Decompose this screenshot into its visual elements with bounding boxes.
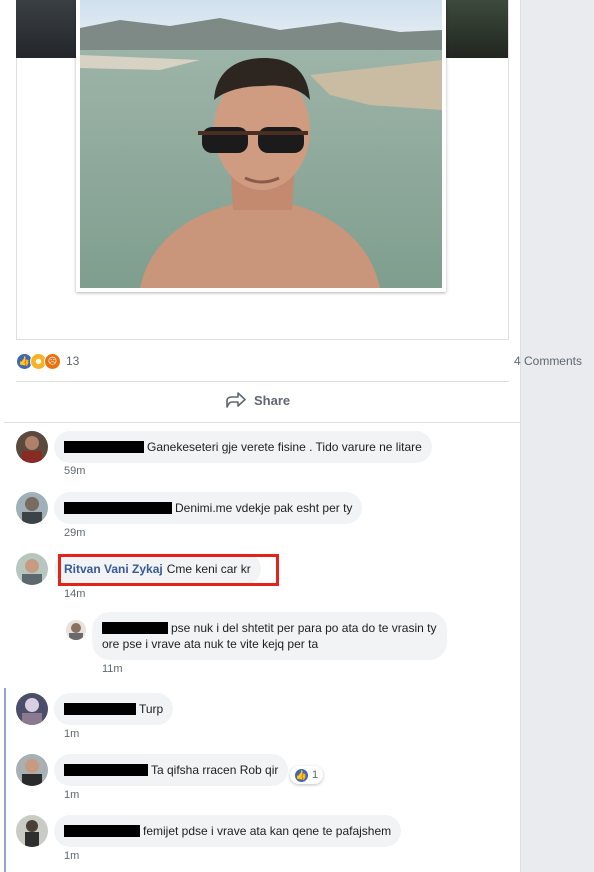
reaction-count: 13 [66,354,80,368]
redacted-author-name [64,703,136,715]
avatar-image [16,815,48,847]
avatar-image [16,693,48,725]
redacted-author-name [102,622,168,634]
comment-text: Denimi.me vdekje pak esht per ty [175,501,353,515]
share-label: Share [254,392,291,408]
avatar-image [16,754,48,786]
reply-text-line1: pse nuk i del shtetit per para po ata do… [171,621,437,635]
post-photo[interactable] [76,0,446,292]
reply-bubble: pse nuk i del shtetit per para po ata do… [92,612,447,660]
avatar[interactable] [16,815,48,847]
previous-photo-thumbnail[interactable] [16,0,78,58]
comment-text: Turp [139,702,164,716]
comment-timestamp[interactable]: 59m [64,465,85,477]
redacted-author-name [64,441,144,453]
avatar[interactable] [16,431,48,463]
avatar-image [66,620,86,640]
comments-count-link[interactable]: 4 Comments [514,354,582,368]
redacted-author-name [64,502,172,514]
avatar[interactable] [66,620,86,640]
like-icon: 👍 [295,768,308,782]
comment-timestamp[interactable]: 14m [64,588,85,600]
redacted-author-name [64,764,148,776]
angry-icon: ☹ [44,352,61,370]
comment-bubble: Turp [54,693,174,725]
avatar-image [16,431,48,463]
comment-bubble: Denimi.me vdekje pak esht per ty [54,492,363,524]
comment-timestamp[interactable]: 1m [64,850,79,862]
comment-bubble: Ta qifsha rracen Rob qir [54,754,289,786]
reactions-summary[interactable]: 👍 ☻ ☹ 13 [16,352,79,370]
comment-text: femijet pdse i vrave ata kan qene te paf… [143,824,392,838]
comment-like-count: 1 [312,769,319,781]
comment-timestamp[interactable]: 1m [64,789,79,801]
divider [16,381,509,382]
avatar[interactable] [16,693,48,725]
comment-text: Ganekeseteri gje verete fisine . Tido va… [147,440,422,454]
comment-timestamp[interactable]: 1m [64,728,79,740]
comment-reactions-badge[interactable]: 👍 1 [290,766,324,784]
next-photo-thumbnail[interactable] [446,0,508,58]
avatar-image [16,553,48,585]
avatar[interactable] [16,492,48,524]
comment-bubble: Ganekeseteri gje verete fisine . Tido va… [54,431,432,463]
redacted-author-name [64,825,140,837]
right-sidebar-background [520,0,594,872]
share-button[interactable]: Share [226,392,290,408]
avatar[interactable] [16,553,48,585]
divider [4,422,520,423]
avatar[interactable] [16,754,48,786]
highlight-box [58,554,279,586]
reply-text-line2: ore pse i vrave ata nuk te vite kejq per… [102,637,319,651]
reply-timestamp[interactable]: 11m [102,663,123,675]
comment-bubble: femijet pdse i vrave ata kan qene te paf… [54,815,402,847]
new-comments-indicator [4,688,6,872]
selfie-photo-image [80,0,442,288]
comment-timestamp[interactable]: 29m [64,527,85,539]
share-arrow-icon [226,392,246,408]
comment-text: Ta qifsha rracen Rob qir [151,763,279,777]
avatar-image [16,492,48,524]
